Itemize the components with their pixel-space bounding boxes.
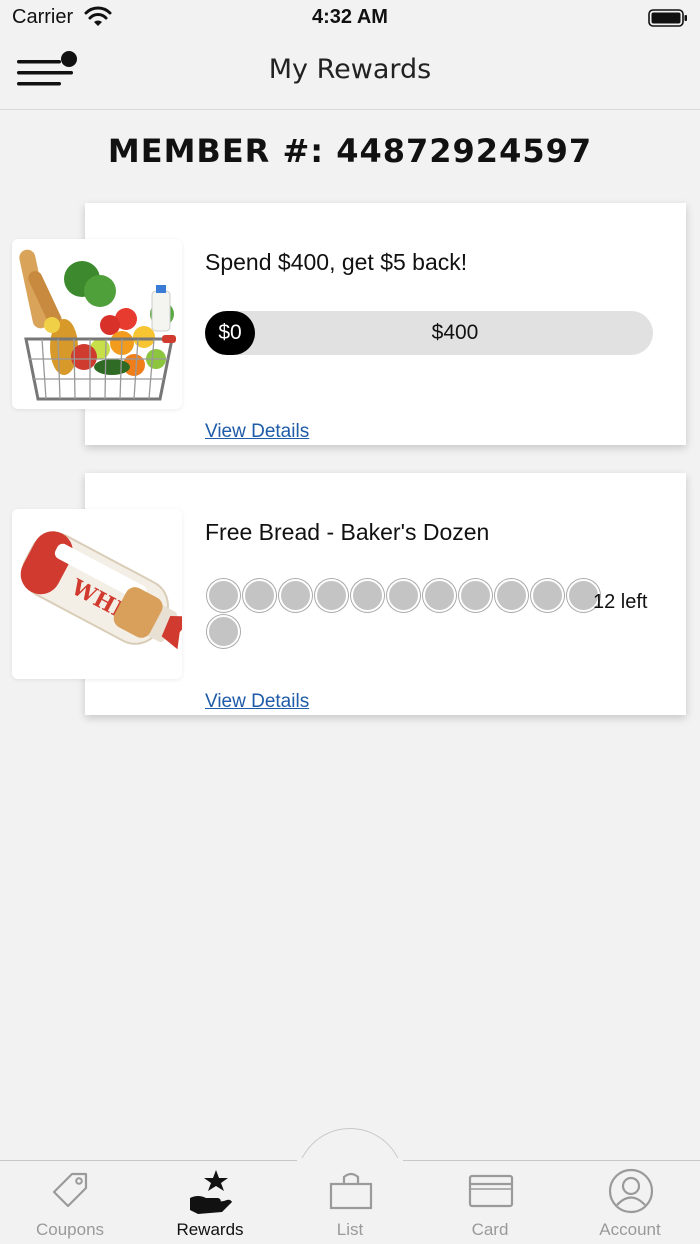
punch-circle — [207, 579, 240, 612]
nav-bar: My Rewards — [0, 36, 700, 110]
member-number: MEMBER #: 44872924597 — [107, 132, 593, 170]
tab-rewards[interactable]: Rewards — [140, 1164, 280, 1244]
card-icon — [468, 1174, 514, 1208]
tab-label: Card — [471, 1220, 509, 1239]
punch-circle — [207, 615, 240, 648]
punches-remaining: 12 left — [593, 591, 648, 613]
tab-label: List — [336, 1220, 364, 1239]
spend-progress-bar: $400 $0 — [205, 311, 653, 355]
punch-circle — [531, 579, 564, 612]
tab-label: Account — [599, 1220, 661, 1239]
punch-card — [207, 579, 603, 648]
tab-account[interactable]: Account — [560, 1164, 700, 1244]
punch-circle — [243, 579, 276, 612]
punch-circle — [315, 579, 348, 612]
punch-circle — [351, 579, 384, 612]
page-title: My Rewards — [268, 54, 432, 85]
progress-goal-label: $400 — [431, 321, 479, 344]
user-circle-icon — [608, 1168, 654, 1214]
progress-start-label: $0 — [205, 311, 255, 355]
bread-loaf-image: WHIT — [12, 509, 182, 679]
tab-label: Rewards — [176, 1220, 244, 1239]
bag-icon — [329, 1172, 373, 1210]
status-bar: Carrier 4:32 AM — [0, 0, 700, 36]
tab-card[interactable]: Card — [420, 1164, 560, 1244]
hand-star-icon — [190, 1170, 232, 1214]
reward-title: Spend $400, get $5 back! — [205, 249, 468, 275]
punch-circle — [459, 579, 492, 612]
battery-icon — [648, 9, 687, 27]
tab-list[interactable]: List — [280, 1164, 420, 1244]
grocery-basket-image — [12, 239, 182, 409]
punch-circle — [387, 579, 420, 612]
status-time: 4:32 AM — [312, 6, 388, 28]
view-details-link[interactable]: View Details — [205, 421, 309, 443]
tab-coupons[interactable]: Coupons — [0, 1164, 140, 1244]
tag-icon — [52, 1172, 88, 1208]
punch-circle — [423, 579, 456, 612]
view-details-link[interactable]: View Details — [205, 691, 309, 713]
reward-title: Free Bread - Baker's Dozen — [205, 519, 490, 545]
tab-label: Coupons — [35, 1220, 105, 1239]
punch-circle — [495, 579, 528, 612]
punch-circle — [279, 579, 312, 612]
